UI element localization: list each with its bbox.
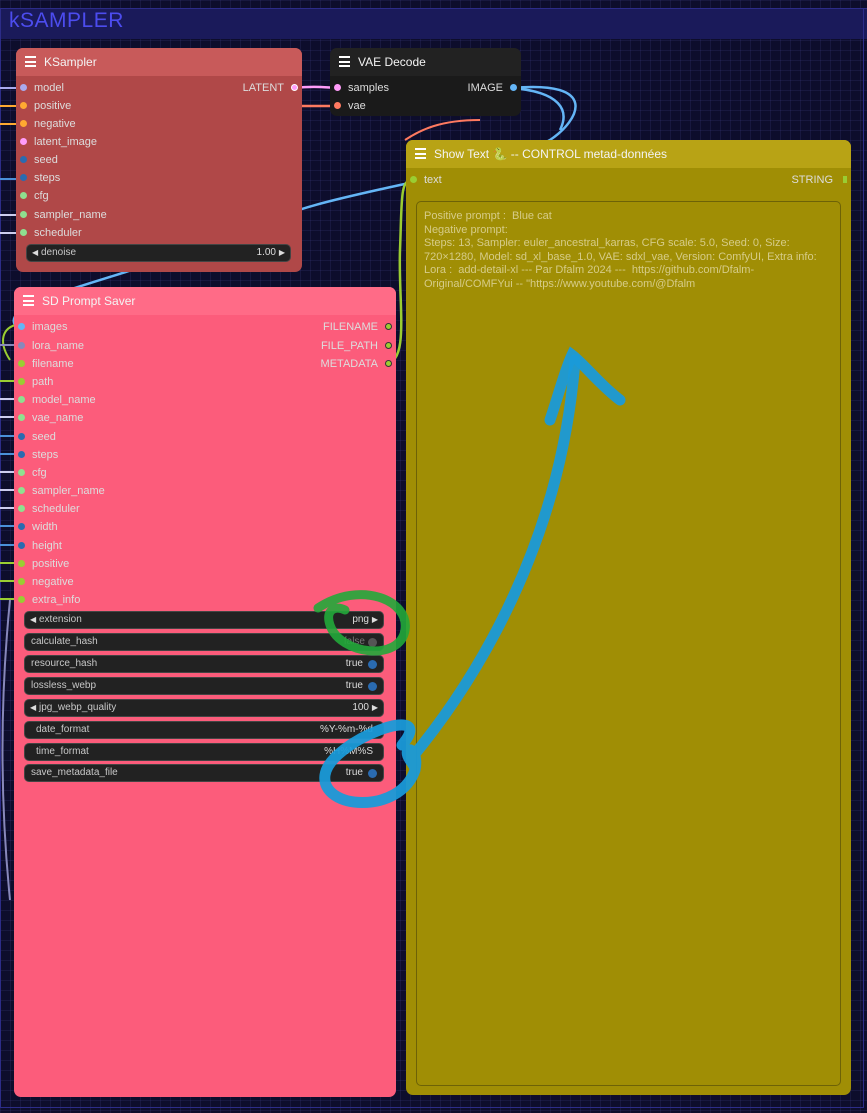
- slot-label: IMAGE: [467, 82, 503, 94]
- decrement-arrow-icon[interactable]: ◀: [30, 700, 36, 716]
- sd-prompt-saver-header[interactable]: SD Prompt Saver: [14, 287, 396, 315]
- menu-icon[interactable]: [415, 148, 426, 159]
- calculate-hash-toggle[interactable]: calculate_hash false: [24, 633, 384, 651]
- slot-label: scheduler: [32, 503, 80, 515]
- slot-label: STRING: [791, 174, 833, 186]
- widget-value: png: [352, 614, 369, 625]
- widget-value: %H%M%S: [324, 746, 373, 757]
- ksampler-node[interactable]: KSampler model positive negative latent_…: [16, 48, 302, 272]
- ksampler-header[interactable]: KSampler: [16, 48, 302, 76]
- widget-label: save_metadata_file: [31, 767, 118, 778]
- vae-decode-output-image[interactable]: IMAGE: [433, 79, 517, 97]
- slot-label: negative: [34, 118, 76, 130]
- slot-label: positive: [32, 558, 70, 570]
- slot-label: positive: [34, 100, 72, 112]
- sd-prompt-saver-node[interactable]: SD Prompt Saver images lora_name filenam…: [14, 287, 396, 1097]
- slot-label: images: [32, 321, 68, 333]
- slot-label: height: [32, 540, 62, 552]
- slot-label: extra_info: [32, 594, 81, 606]
- resource-hash-toggle[interactable]: resource_hash true: [24, 655, 384, 673]
- widget-value: false: [343, 636, 365, 647]
- toggle-indicator: [368, 682, 377, 691]
- denoise-widget[interactable]: ◀ denoise 1.00 ▶: [26, 244, 291, 262]
- slot-label: text: [424, 174, 442, 186]
- slot-label: model: [34, 82, 64, 94]
- slot-label: vae: [348, 100, 366, 112]
- slot-label: width: [32, 521, 58, 533]
- ksampler-title: KSampler: [44, 55, 97, 69]
- vae-decode-header[interactable]: VAE Decode: [330, 48, 521, 76]
- menu-icon[interactable]: [25, 56, 36, 67]
- menu-icon[interactable]: [23, 295, 34, 306]
- slot-label: LATENT: [242, 82, 284, 94]
- jpg-webp-quality-number[interactable]: ◀ jpg_webp_quality 100 ▶: [24, 699, 384, 717]
- lossless-webp-toggle[interactable]: lossless_webp true: [24, 677, 384, 695]
- widget-label: resource_hash: [31, 658, 98, 669]
- saver-output-file-path[interactable]: FILE_PATH: [298, 337, 392, 355]
- slot-label: scheduler: [34, 227, 82, 239]
- widget-label: date_format: [36, 724, 90, 735]
- decrement-arrow-icon[interactable]: ◀: [32, 245, 38, 261]
- widget-label: jpg_webp_quality: [39, 702, 117, 713]
- saver-output-metadata[interactable]: METADATA: [298, 355, 392, 373]
- slot-label: negative: [32, 576, 74, 588]
- increment-arrow-icon[interactable]: ▶: [372, 700, 378, 716]
- widget-value: true: [345, 680, 363, 691]
- show-text-header[interactable]: Show Text 🐍 -- CONTROL metad-données: [406, 140, 851, 168]
- sd-prompt-saver-title: SD Prompt Saver: [42, 294, 136, 308]
- slot-label: vae_name: [32, 412, 84, 424]
- slot-label: lora_name: [32, 340, 84, 352]
- widget-label: calculate_hash: [31, 636, 98, 647]
- slot-label: METADATA: [320, 358, 378, 370]
- slot-label: samples: [348, 82, 389, 94]
- slot-label: FILENAME: [322, 321, 378, 333]
- decrement-arrow-icon[interactable]: ◀: [30, 612, 36, 628]
- widget-label: time_format: [36, 746, 89, 757]
- slot-label: seed: [32, 431, 56, 443]
- extension-combo[interactable]: ◀ extension png ▶: [24, 611, 384, 629]
- show-text-textarea[interactable]: Positive prompt : Blue cat Negative prom…: [416, 201, 841, 1086]
- widget-value: %Y-%m-%d: [320, 724, 373, 735]
- slot-label: model_name: [32, 394, 96, 406]
- date-format-field[interactable]: date_format %Y-%m-%d: [24, 721, 384, 739]
- saver-output-filename[interactable]: FILENAME: [298, 318, 392, 336]
- vae-decode-title: VAE Decode: [358, 55, 426, 69]
- toggle-indicator: [368, 769, 377, 778]
- widget-label: extension: [39, 614, 82, 625]
- widget-value: 100: [352, 702, 369, 713]
- show-text-title: Show Text 🐍 -- CONTROL metad-données: [434, 147, 668, 161]
- slot-label: filename: [32, 358, 74, 370]
- increment-arrow-icon[interactable]: ▶: [279, 245, 285, 261]
- slot-label: FILE_PATH: [320, 340, 378, 352]
- slot-label: cfg: [34, 190, 49, 202]
- slot-label: seed: [34, 154, 58, 166]
- time-format-field[interactable]: time_format %H%M%S: [24, 743, 384, 761]
- toggle-indicator: [368, 660, 377, 669]
- wire-vae-top: [404, 119, 481, 141]
- vae-decode-node[interactable]: VAE Decode samples vae IMAGE: [330, 48, 521, 116]
- slot-label: cfg: [32, 467, 47, 479]
- slot-label: steps: [32, 449, 59, 461]
- slot-label: latent_image: [34, 136, 97, 148]
- toggle-indicator: [368, 638, 377, 647]
- widget-value: true: [345, 658, 363, 669]
- save-metadata-file-toggle[interactable]: save_metadata_file true: [24, 764, 384, 782]
- wire-left-curve: [1, 599, 11, 901]
- widget-value: true: [345, 767, 363, 778]
- slot-label: sampler_name: [32, 485, 105, 497]
- increment-arrow-icon[interactable]: ▶: [372, 612, 378, 628]
- slot-label: path: [32, 376, 54, 388]
- ksampler-output-latent[interactable]: LATENT: [214, 79, 298, 97]
- widget-value: 1.00: [256, 247, 276, 258]
- widget-label: lossless_webp: [31, 680, 97, 691]
- widget-label: denoise: [41, 247, 77, 258]
- menu-icon[interactable]: [339, 56, 350, 67]
- show-text-output-string[interactable]: STRING: [763, 171, 847, 189]
- slot-label: sampler_name: [34, 209, 107, 221]
- slot-label: steps: [34, 172, 61, 184]
